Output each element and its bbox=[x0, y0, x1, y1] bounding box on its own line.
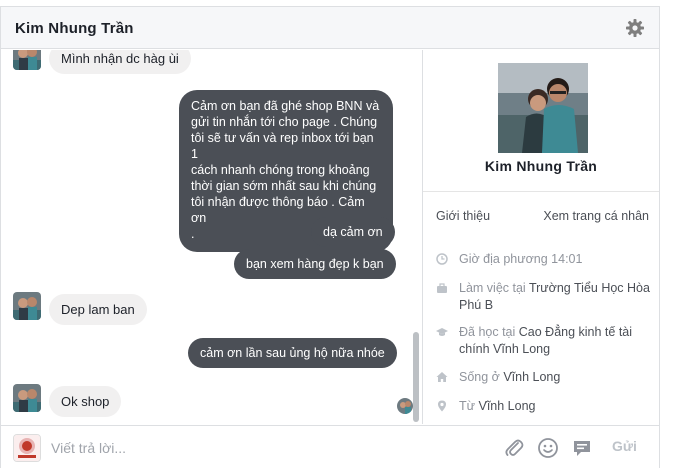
paperclip-icon[interactable] bbox=[503, 437, 525, 459]
message-outgoing[interactable]: bạn xem hàng đẹp k bạn bbox=[234, 249, 396, 279]
seen-indicator-avatar bbox=[397, 398, 413, 414]
intro-heading: Giới thiệu bbox=[436, 209, 491, 223]
gear-icon[interactable] bbox=[625, 18, 645, 38]
contact-avatar[interactable] bbox=[13, 292, 41, 320]
page-avatar bbox=[13, 434, 41, 462]
contact-info-panel: Kim Nhung Trần Giới thiệu Xem trang cá n… bbox=[422, 50, 659, 424]
hometown-row: Từ Vĩnh Long bbox=[436, 398, 654, 415]
profile-photo[interactable] bbox=[498, 63, 588, 153]
location-pin-icon bbox=[436, 400, 448, 412]
reply-composer: Gửi bbox=[1, 425, 659, 468]
divider bbox=[423, 191, 659, 192]
graduation-cap-icon bbox=[436, 326, 448, 338]
sticker-icon[interactable] bbox=[571, 437, 593, 459]
profile-name[interactable]: Kim Nhung Trần bbox=[423, 158, 659, 174]
message-outgoing[interactable]: dạ cảm ơn bbox=[311, 217, 395, 247]
briefcase-icon bbox=[436, 282, 448, 294]
chat-window: Kim Nhung Trần Mình nhận dc hàg ùi Cảm ơ… bbox=[0, 6, 660, 468]
message-incoming[interactable]: Mình nhận dc hàg ùi bbox=[49, 50, 191, 74]
send-button[interactable]: Gửi bbox=[612, 438, 637, 454]
chat-header: Kim Nhung Trần bbox=[1, 7, 659, 49]
contact-avatar[interactable] bbox=[13, 50, 41, 70]
view-profile-link[interactable]: Xem trang cá nhân bbox=[543, 209, 649, 223]
conversation-scrollbar[interactable] bbox=[413, 332, 419, 422]
clock-icon bbox=[436, 253, 448, 265]
contact-avatar[interactable] bbox=[13, 384, 41, 412]
hometown-link[interactable]: Vĩnh Long bbox=[478, 399, 535, 413]
conversation-title[interactable]: Kim Nhung Trần bbox=[15, 20, 134, 37]
current-city-link[interactable]: Vĩnh Long bbox=[503, 370, 560, 384]
message-list[interactable]: Mình nhận dc hàg ùi Cảm ơn bạn đã ghé sh… bbox=[1, 50, 422, 424]
education-row: Đã học tại Cao Đẳng kinh tế tài chính Vĩ… bbox=[436, 324, 654, 358]
work-row: Làm việc tại Trường Tiểu Học Hòa Phú B bbox=[436, 280, 654, 314]
lives-in-row: Sống ở Vĩnh Long bbox=[436, 369, 654, 386]
message-incoming[interactable]: Ok shop bbox=[49, 386, 122, 417]
reply-input[interactable] bbox=[51, 439, 431, 457]
local-time-row: Giờ địa phương 14:01 bbox=[436, 251, 654, 268]
home-icon bbox=[436, 371, 448, 383]
emoji-icon[interactable] bbox=[537, 437, 559, 459]
message-outgoing[interactable]: cảm ơn lần sau ủng hộ nữa nhóe bbox=[188, 338, 397, 368]
message-incoming[interactable]: Dep lam ban bbox=[49, 294, 147, 325]
